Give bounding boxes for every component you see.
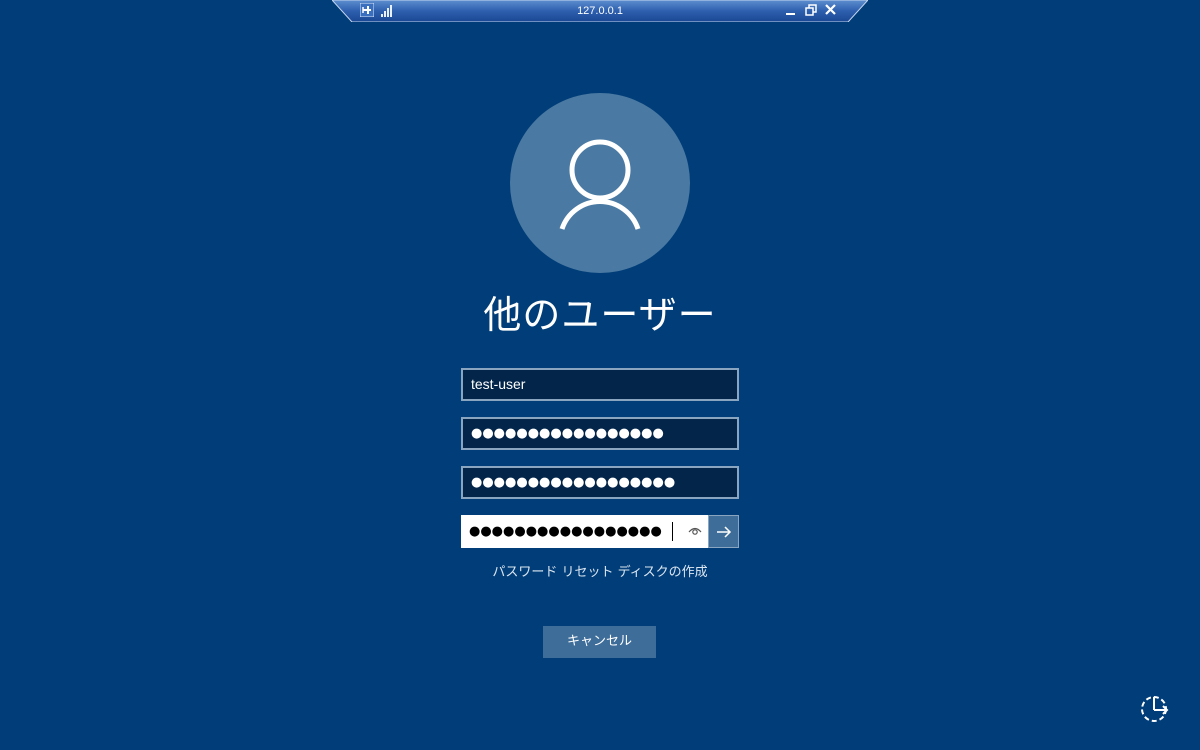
user-display-name: 他のユーザー — [483, 293, 717, 337]
pin-icon[interactable] — [360, 3, 374, 17]
signal-icon[interactable] — [380, 5, 394, 17]
new-password-masked-value: ●●●●●●●●●●●●●●●●●● — [471, 475, 676, 490]
user-icon — [559, 139, 641, 230]
connection-bar: 127.0.0.1 — [332, 0, 868, 22]
close-icon[interactable] — [824, 3, 838, 17]
cancel-button[interactable]: キャンセル — [543, 626, 656, 658]
new-password-field[interactable]: ●●●●●●●●●●●●●●●●●● — [461, 466, 739, 499]
confirm-password-masked-value: ●●●●●●●●●●●●●●●●● — [469, 524, 662, 539]
submit-button[interactable] — [708, 515, 739, 548]
username-field[interactable]: test-user — [461, 368, 739, 401]
arrow-right-icon — [717, 526, 732, 538]
user-avatar — [510, 93, 690, 273]
username-value: test-user — [471, 376, 526, 392]
login-screen: 127.0.0.1 他のユーザー test-user ●●●●●●●●●●●●●… — [0, 0, 1200, 750]
confirm-password-field[interactable]: ●●●●●●●●●●●●●●●●● — [461, 515, 709, 548]
password-masked-value: ●●●●●●●●●●●●●●●●● — [471, 426, 664, 441]
text-caret — [672, 522, 673, 541]
password-reset-disk-link[interactable]: パスワード リセット ディスクの作成 — [400, 563, 800, 583]
host-address: 127.0.0.1 — [577, 5, 623, 17]
restore-icon[interactable] — [804, 3, 818, 17]
ease-of-access-icon[interactable] — [1139, 692, 1171, 724]
password-field[interactable]: ●●●●●●●●●●●●●●●●● — [461, 417, 739, 450]
eye-icon[interactable] — [687, 523, 703, 539]
minimize-icon[interactable] — [784, 3, 798, 17]
